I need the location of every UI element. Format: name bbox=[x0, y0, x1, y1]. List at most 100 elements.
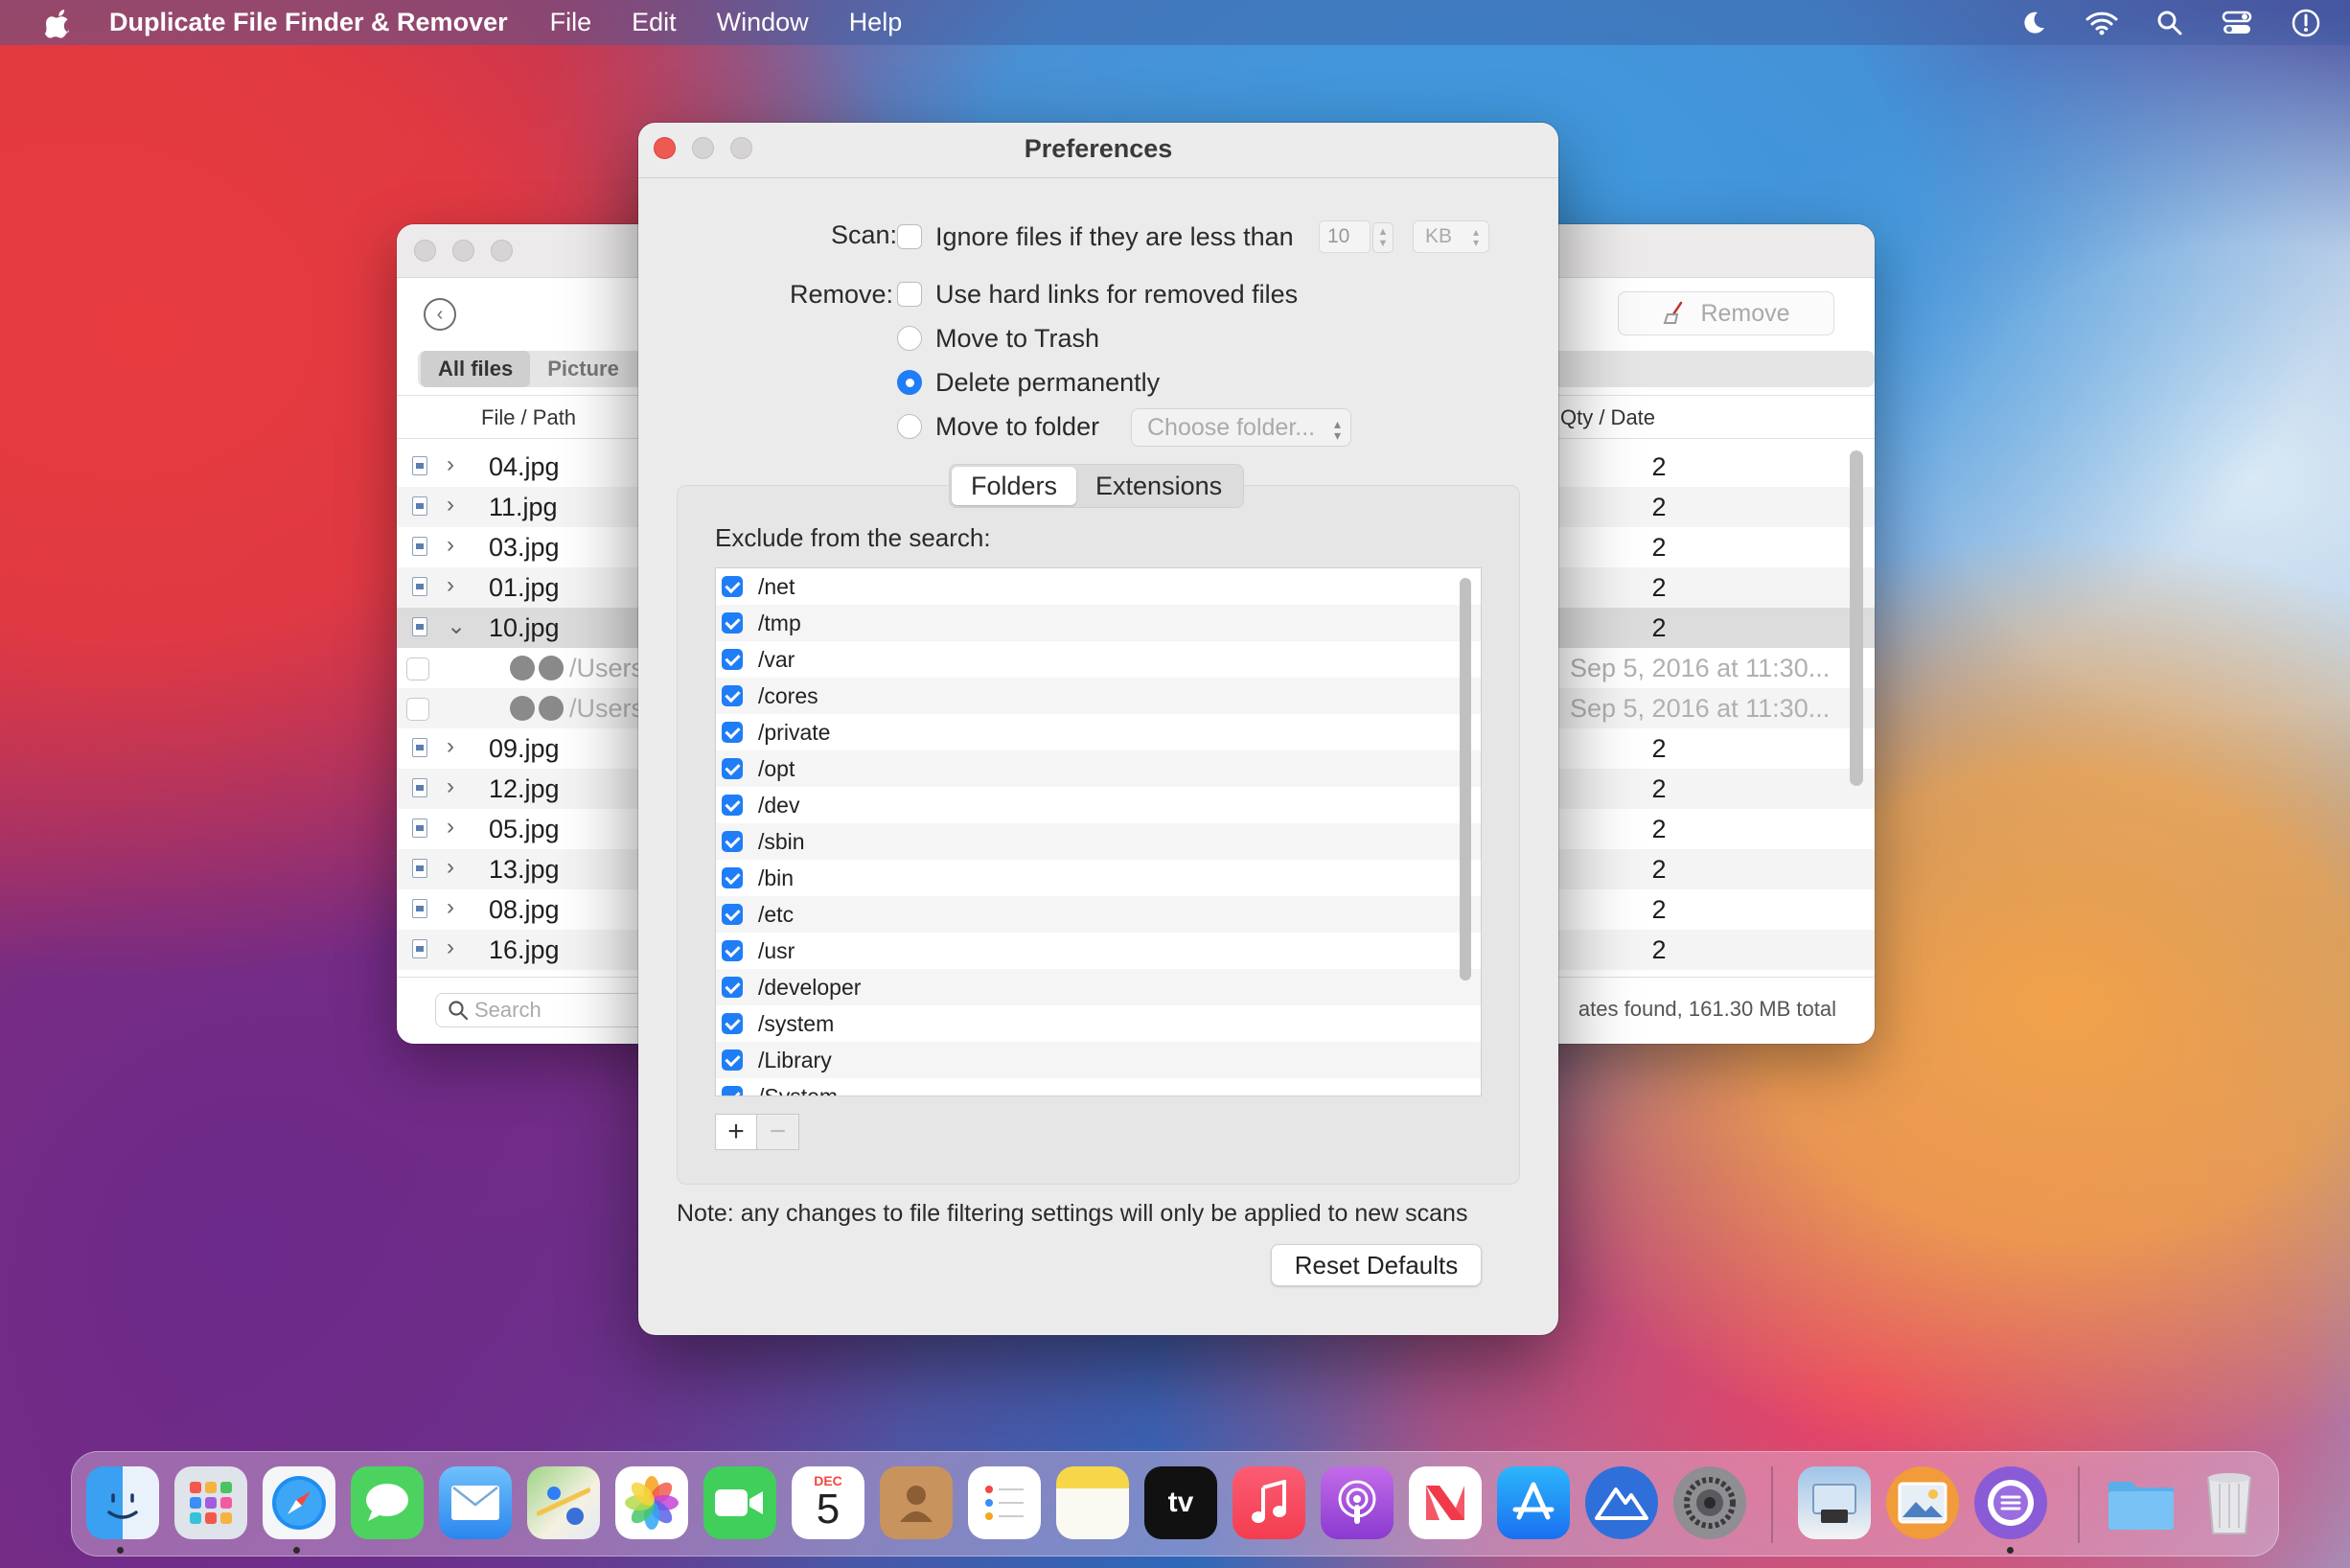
list-item[interactable]: /etc bbox=[716, 896, 1481, 933]
reminders-icon[interactable] bbox=[968, 1466, 1041, 1539]
preview-eye-icon[interactable] bbox=[539, 696, 564, 721]
list-item[interactable]: /developer bbox=[716, 969, 1481, 1005]
folder-checkbox[interactable] bbox=[722, 685, 743, 706]
control-center-icon[interactable] bbox=[2222, 10, 2252, 36]
list-item[interactable]: /sbin bbox=[716, 823, 1481, 860]
system-preferences-icon[interactable] bbox=[1673, 1466, 1746, 1539]
folder-checkbox[interactable] bbox=[722, 1049, 743, 1071]
back-button[interactable]: ‹ bbox=[424, 298, 456, 331]
reveal-icon[interactable] bbox=[510, 656, 535, 680]
moon-icon[interactable] bbox=[2020, 10, 2047, 36]
column-file-path[interactable]: File / Path bbox=[481, 405, 576, 430]
choose-folder-select[interactable]: Choose folder... ▴ ▾ bbox=[1131, 408, 1351, 447]
downloads-folder-icon[interactable] bbox=[2105, 1466, 2177, 1539]
folder-checkbox[interactable] bbox=[722, 576, 743, 597]
chevron-right-icon[interactable]: › bbox=[447, 733, 454, 760]
tab-extensions[interactable]: Extensions bbox=[1076, 467, 1241, 505]
folder-checkbox[interactable] bbox=[722, 1013, 743, 1034]
remove-folder-button[interactable]: − bbox=[757, 1114, 799, 1150]
reveal-icon[interactable] bbox=[510, 696, 535, 721]
folder-checkbox[interactable] bbox=[722, 831, 743, 852]
folder-checkbox[interactable] bbox=[722, 1086, 743, 1095]
chevron-right-icon[interactable]: › bbox=[447, 814, 454, 841]
folder-checkbox[interactable] bbox=[722, 722, 743, 743]
list-item[interactable]: /opt bbox=[716, 750, 1481, 787]
column-qty-date[interactable]: Qty / Date bbox=[1560, 405, 1655, 430]
wifi-icon[interactable] bbox=[2085, 11, 2118, 35]
duplicate-finder-icon[interactable] bbox=[1974, 1466, 2047, 1539]
folder-checkbox[interactable] bbox=[722, 867, 743, 888]
app-store-icon[interactable] bbox=[1497, 1466, 1570, 1539]
menu-edit[interactable]: Edit bbox=[632, 8, 677, 37]
list-item[interactable]: /bin bbox=[716, 860, 1481, 896]
size-threshold-field[interactable]: 10 bbox=[1319, 220, 1371, 253]
minimize-button[interactable] bbox=[452, 240, 474, 262]
folder-checkbox[interactable] bbox=[722, 795, 743, 816]
chevron-right-icon[interactable]: › bbox=[447, 854, 454, 881]
size-unit-select[interactable]: KB ▴ ▾ bbox=[1413, 220, 1489, 253]
move-to-folder-radio[interactable] bbox=[897, 414, 922, 439]
chevron-right-icon[interactable]: › bbox=[447, 492, 454, 519]
trash-icon[interactable] bbox=[2193, 1466, 2266, 1539]
apple-menu-icon[interactable] bbox=[38, 4, 77, 42]
list-item[interactable]: /system bbox=[716, 1005, 1481, 1042]
chevron-right-icon[interactable]: › bbox=[447, 532, 454, 559]
list-item[interactable]: /var bbox=[716, 641, 1481, 678]
menu-file[interactable]: File bbox=[550, 8, 592, 37]
mail-icon[interactable] bbox=[439, 1466, 512, 1539]
list-item[interactable]: /System bbox=[716, 1078, 1481, 1095]
image-viewer-icon[interactable] bbox=[1886, 1466, 1959, 1539]
news-icon[interactable] bbox=[1409, 1466, 1482, 1539]
row-checkbox[interactable] bbox=[406, 657, 429, 680]
chevron-right-icon[interactable]: › bbox=[447, 934, 454, 961]
folders-scrollbar[interactable] bbox=[1460, 578, 1471, 980]
safari-icon[interactable] bbox=[263, 1466, 335, 1539]
podcasts-icon[interactable] bbox=[1321, 1466, 1394, 1539]
zoom-button[interactable] bbox=[491, 240, 513, 262]
list-item[interactable]: /dev bbox=[716, 787, 1481, 823]
list-item[interactable]: /tmp bbox=[716, 605, 1481, 641]
list-item[interactable]: /Library bbox=[716, 1042, 1481, 1078]
music-icon[interactable] bbox=[1233, 1466, 1305, 1539]
contacts-icon[interactable] bbox=[880, 1466, 953, 1539]
spotlight-search-icon[interactable] bbox=[2156, 10, 2183, 36]
maps-icon[interactable] bbox=[527, 1466, 600, 1539]
tab-pictures[interactable]: Picture bbox=[530, 351, 636, 387]
chevron-right-icon[interactable]: › bbox=[447, 572, 454, 599]
add-folder-button[interactable]: + bbox=[715, 1114, 757, 1150]
tab-all-files[interactable]: All files bbox=[421, 351, 531, 387]
list-item[interactable]: /usr bbox=[716, 933, 1481, 969]
folder-checkbox[interactable] bbox=[722, 612, 743, 634]
list-item[interactable]: /net bbox=[716, 568, 1481, 605]
finder-icon[interactable] bbox=[86, 1466, 159, 1539]
ignore-small-files-checkbox[interactable] bbox=[897, 224, 922, 249]
launchpad-icon[interactable] bbox=[174, 1466, 247, 1539]
folder-checkbox[interactable] bbox=[722, 977, 743, 998]
chevron-right-icon[interactable]: › bbox=[447, 451, 454, 478]
menu-window[interactable]: Window bbox=[717, 8, 809, 37]
list-item[interactable]: /cores bbox=[716, 678, 1481, 714]
chevron-down-icon[interactable]: ⌄ bbox=[447, 612, 466, 640]
size-stepper[interactable]: ▲ ▼ bbox=[1372, 222, 1394, 253]
notes-icon[interactable] bbox=[1056, 1466, 1129, 1539]
delete-permanently-radio[interactable] bbox=[897, 370, 922, 395]
reset-defaults-button[interactable]: Reset Defaults bbox=[1271, 1244, 1482, 1286]
hard-links-checkbox[interactable] bbox=[897, 282, 922, 307]
folder-checkbox[interactable] bbox=[722, 940, 743, 961]
preview-icon[interactable] bbox=[1798, 1466, 1871, 1539]
menu-help[interactable]: Help bbox=[849, 8, 903, 37]
row-checkbox[interactable] bbox=[406, 698, 429, 721]
list-item[interactable]: /private bbox=[716, 714, 1481, 750]
tab-folders[interactable]: Folders bbox=[952, 467, 1077, 505]
calendar-icon[interactable]: DEC 5 bbox=[792, 1466, 864, 1539]
move-to-trash-radio[interactable] bbox=[897, 326, 922, 351]
remove-button[interactable]: Remove bbox=[1618, 291, 1834, 335]
preview-eye-icon[interactable] bbox=[539, 656, 564, 680]
folder-checkbox[interactable] bbox=[722, 904, 743, 925]
folder-checkbox[interactable] bbox=[722, 649, 743, 670]
stepper-down-icon[interactable]: ▼ bbox=[1378, 238, 1389, 249]
altitude-icon[interactable] bbox=[1585, 1466, 1658, 1539]
siri-icon[interactable] bbox=[2291, 8, 2321, 38]
results-scrollbar[interactable] bbox=[1850, 450, 1863, 786]
close-button[interactable] bbox=[414, 240, 436, 262]
